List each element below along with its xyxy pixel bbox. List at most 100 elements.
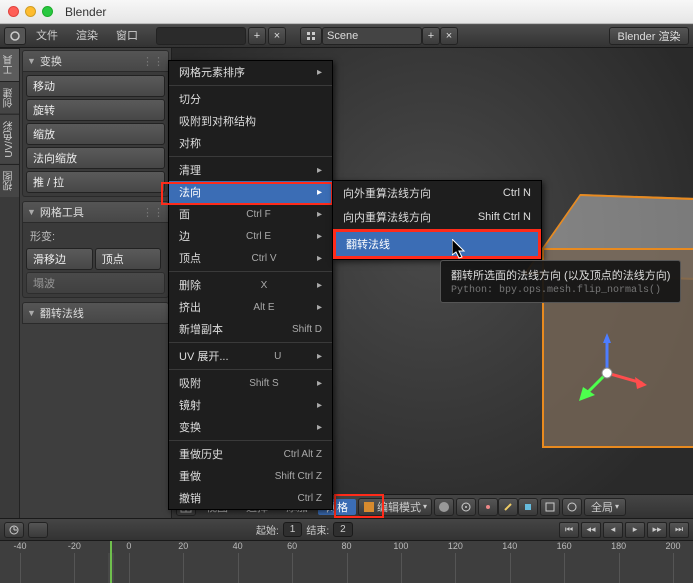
limit-selection-icon[interactable]	[540, 498, 560, 516]
tab-view[interactable]: 视图	[0, 164, 19, 197]
tab-uv[interactable]: UV/色彩	[0, 114, 19, 164]
mi-symmetrize[interactable]: 对称	[169, 132, 332, 154]
playback-controls: ⏮ ◂◂ ◂ ▸ ▸▸ ⏭	[559, 522, 689, 538]
shading-dropdown[interactable]	[434, 498, 454, 516]
grip-icon: ⋮⋮	[142, 55, 164, 68]
minimize-window-button[interactable]	[25, 6, 36, 17]
mi-cleanup[interactable]: 清理	[169, 159, 332, 181]
menu-render[interactable]: 渲染	[68, 24, 106, 48]
panel-transform-header[interactable]: 变换 ⋮⋮	[22, 50, 169, 72]
jump-start-icon[interactable]: ⏮	[559, 522, 579, 538]
vertex-select-icon[interactable]	[478, 498, 498, 516]
scene-add-button[interactable]: +	[422, 27, 440, 45]
btn-edge-slide[interactable]: 滑移边	[26, 248, 93, 270]
mi-redo-history[interactable]: 重做历史Ctrl Alt Z	[169, 443, 332, 465]
mi-delete[interactable]: 删除X	[169, 274, 332, 296]
face-select-icon[interactable]	[518, 498, 538, 516]
mi-mirror[interactable]: 镜射	[169, 394, 332, 416]
start-frame-field[interactable]: 1	[283, 522, 303, 537]
timeline-tick: 160	[557, 541, 572, 551]
collapse-icon	[27, 308, 36, 318]
mi-normals[interactable]: 法向	[169, 181, 332, 203]
timeline-tick: -40	[13, 541, 26, 551]
layout-remove-button[interactable]: ×	[268, 27, 286, 45]
btn-translate[interactable]: 移动	[26, 75, 165, 97]
tool-shelf: 变换 ⋮⋮ 移动 旋转 缩放 法向缩放 推 / 拉 网格工具 ⋮⋮ 形变: 滑移…	[20, 48, 172, 518]
mi-flip-normals[interactable]: 翻转法线	[336, 232, 538, 256]
edge-select-icon[interactable]	[498, 498, 518, 516]
btn-scale[interactable]: 缩放	[26, 123, 165, 145]
mi-extrude[interactable]: 挤出Alt E	[169, 296, 332, 318]
mode-dropdown[interactable]: 编辑模式 ▾	[358, 498, 432, 516]
timeline-tick: 200	[665, 541, 680, 551]
tab-tools[interactable]: 工具	[0, 48, 19, 81]
shape-label: 形变:	[26, 226, 165, 246]
btn-noise[interactable]: 塌波	[26, 272, 165, 294]
maximize-window-button[interactable]	[42, 6, 53, 17]
panel-transform-title: 变换	[40, 53, 62, 69]
timeline-tick: 40	[233, 541, 243, 551]
orientation-dropdown[interactable]: 全局 ▾	[584, 498, 626, 516]
next-keyframe-icon[interactable]: ▸▸	[647, 522, 667, 538]
scene-remove-button[interactable]: ×	[440, 27, 458, 45]
play-reverse-icon[interactable]: ◂	[603, 522, 623, 538]
end-frame-field[interactable]: 2	[333, 522, 353, 537]
render-engine-dropdown[interactable]: Blender 渲染	[609, 27, 689, 45]
tooltip-text: 翻转所选面的法线方向 (以及顶点的法线方向)	[451, 267, 670, 283]
panel-flip-normals-title: 翻转法线	[40, 305, 84, 321]
mi-undo[interactable]: 撤销Ctrl Z	[169, 487, 332, 509]
menu-window[interactable]: 窗口	[108, 24, 146, 48]
mi-bisect[interactable]: 切分	[169, 88, 332, 110]
proportional-edit-icon[interactable]	[562, 498, 582, 516]
mi-duplicate[interactable]: 新增副本Shift D	[169, 318, 332, 340]
timeline-playhead[interactable]	[110, 541, 112, 583]
tooltip: 翻转所选面的法线方向 (以及顶点的法线方向) Python: bpy.ops.m…	[440, 260, 681, 303]
timeline-editor-icon[interactable]	[4, 522, 24, 538]
mi-recalc-outside[interactable]: 向外重算法线方向Ctrl N	[333, 181, 541, 205]
editor-type-icon[interactable]	[4, 27, 26, 45]
pivot-dropdown[interactable]	[456, 498, 476, 516]
scene-selector[interactable]: Scene + ×	[300, 27, 458, 45]
timeline-editor: 起始: 1 结束: 2 ⏮ ◂◂ ◂ ▸ ▸▸ ⏭ -40-2002040608…	[0, 518, 693, 582]
layout-dropdown[interactable]	[156, 27, 246, 45]
close-window-button[interactable]	[8, 6, 19, 17]
mi-edges[interactable]: 边Ctrl E	[169, 225, 332, 247]
mi-faces[interactable]: 面Ctrl F	[169, 203, 332, 225]
scene-icon[interactable]	[300, 27, 322, 45]
timeline-marker-button[interactable]	[28, 522, 48, 538]
grip-icon: ⋮⋮	[142, 206, 164, 219]
timeline-tick: 0	[126, 541, 131, 551]
mi-uv-unwrap[interactable]: UV 展开...U	[169, 345, 332, 367]
menu-file[interactable]: 文件	[28, 24, 66, 48]
orientation-label: 全局	[591, 499, 613, 515]
btn-push-pull[interactable]: 推 / 拉	[26, 171, 165, 193]
mi-vertices[interactable]: 顶点Ctrl V	[169, 247, 332, 269]
scene-name-field[interactable]: Scene	[322, 27, 422, 45]
mi-redo[interactable]: 重做Shift Ctrl Z	[169, 465, 332, 487]
mi-snap-symmetry[interactable]: 吸附到对称结构	[169, 110, 332, 132]
start-label: 起始:	[256, 522, 279, 537]
btn-vertex[interactable]: 顶点	[95, 248, 162, 270]
mi-transform-sub[interactable]: 变换	[169, 416, 332, 438]
mi-recalc-inside[interactable]: 向内重算法线方向Shift Ctrl N	[333, 205, 541, 229]
layout-add-button[interactable]: +	[248, 27, 266, 45]
panel-flip-normals-header[interactable]: 翻转法线	[22, 302, 169, 324]
mi-snap[interactable]: 吸附Shift S	[169, 372, 332, 394]
timeline-tick: 140	[502, 541, 517, 551]
mi-sort-elements[interactable]: 网格元素排序	[169, 61, 332, 83]
btn-rotate[interactable]: 旋转	[26, 99, 165, 121]
panel-mesh-tools-title: 网格工具	[40, 204, 84, 220]
play-icon[interactable]: ▸	[625, 522, 645, 538]
tab-create[interactable]: 创建	[0, 81, 19, 114]
timeline-ruler[interactable]: -40-20020406080100120140160180200	[0, 541, 693, 583]
edit-mode-icon	[363, 501, 375, 513]
end-label: 结束:	[306, 522, 329, 537]
mesh-cube[interactable]	[542, 198, 693, 458]
prev-keyframe-icon[interactable]: ◂◂	[581, 522, 601, 538]
timeline-tick: -20	[68, 541, 81, 551]
normals-submenu: 向外重算法线方向Ctrl N 向内重算法线方向Shift Ctrl N 翻转法线	[332, 180, 542, 260]
panel-mesh-tools-header[interactable]: 网格工具 ⋮⋮	[22, 201, 169, 223]
mode-label: 编辑模式	[377, 499, 421, 515]
btn-normal-scale[interactable]: 法向缩放	[26, 147, 165, 169]
jump-end-icon[interactable]: ⏭	[669, 522, 689, 538]
